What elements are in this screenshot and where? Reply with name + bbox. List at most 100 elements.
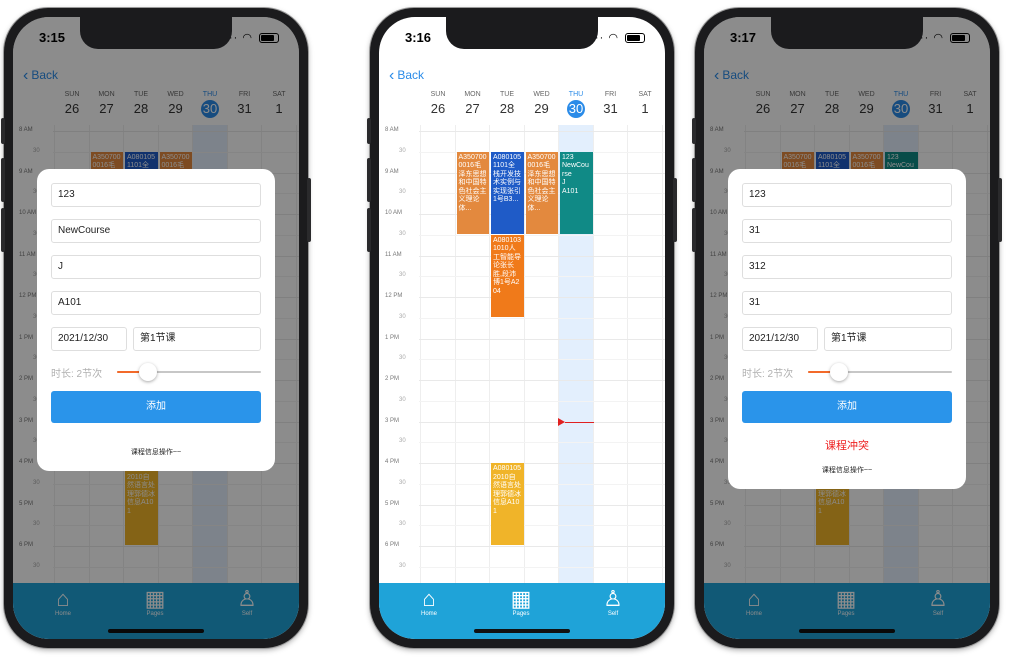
add-button[interactable]: 添加 <box>51 391 261 423</box>
side-button <box>367 158 371 202</box>
power-button <box>673 178 677 242</box>
side-button <box>692 158 696 202</box>
half-hour-line <box>419 359 665 361</box>
half-hour-line <box>419 317 665 319</box>
room-field[interactable]: A101 <box>51 291 261 315</box>
course-dialog: 123 NewCourse J A101 2021/12/30 第1节课 时长: 2节次 添加… <box>37 169 275 471</box>
day-name: THU <box>568 91 584 98</box>
add-button[interactable]: 添加 <box>742 391 952 423</box>
teacher-field[interactable]: J <box>51 255 261 279</box>
tab-home[interactable]: ⌂ Home <box>399 587 459 618</box>
course-event-text: A3507000016毛泽东思想和中国特色社会主义理论体... <box>527 153 556 212</box>
phone-frame: 3:16···· ◠ ‹BackSUN26MON27TUE28WED29THU3… <box>367 8 677 648</box>
day-date: 27 <box>465 101 480 116</box>
chevron-left-icon: ‹ <box>389 67 395 84</box>
course-id-field[interactable]: 123 <box>51 183 261 207</box>
half-hour-label: 30 <box>399 230 406 237</box>
half-hour-label: 30 <box>399 479 406 486</box>
status-time: 3:17 <box>730 30 757 45</box>
duration-row: 时长: 2节次 <box>742 363 952 381</box>
week-header: SUN 26 MON 27 TUE 28 WED 29 THU 30 FRI 31 SAT 1 <box>421 91 665 125</box>
date-field[interactable]: 2021/12/30 <box>51 327 127 351</box>
half-hour-label: 30 <box>399 521 406 528</box>
tab-pages[interactable]: ▦ Pages <box>491 587 551 618</box>
half-hour-label: 30 <box>399 272 406 279</box>
course-name-field[interactable]: NewCourse <box>51 219 261 243</box>
duration-slider[interactable] <box>117 363 261 381</box>
half-hour-label: 30 <box>399 355 406 362</box>
duration-label: 时长: 2节次 <box>742 368 794 380</box>
duration-slider[interactable] <box>808 363 952 381</box>
slider-knob[interactable] <box>829 363 848 381</box>
hour-label: 11 AM <box>385 251 402 258</box>
period-select[interactable]: 第1节课 <box>824 327 952 351</box>
phone-frame: 3:15···· ◠ ‹BackSUN26MON27TUE28WED29THU3… <box>1 8 311 648</box>
teacher-field[interactable]: 312 <box>742 255 952 279</box>
battery-icon <box>950 33 970 44</box>
date-period-row: 2021/12/30 第1节课 <box>51 327 261 351</box>
hour-label: 9 AM <box>385 168 399 175</box>
wifi-icon: ◠ <box>608 32 619 44</box>
day-header[interactable]: TUE 28 <box>490 91 524 118</box>
day-date: 1 <box>641 101 649 116</box>
hour-label: 1 PM <box>385 334 400 341</box>
notch <box>80 17 232 49</box>
status-time: 3:15 <box>39 30 66 45</box>
day-name: FRI <box>604 91 617 98</box>
day-date: 30 <box>567 100 585 118</box>
tab-label: Pages <box>512 611 530 617</box>
half-hour-line <box>419 483 665 485</box>
day-name: MON <box>464 91 481 98</box>
screen: 3:15···· ◠ ‹BackSUN26MON27TUE28WED29THU3… <box>13 17 299 639</box>
date-period-row: 2021/12/30 第1节课 <box>742 327 952 351</box>
course-event[interactable]: A3507000016毛泽东思想和中国特色社会主义理论体... <box>456 151 489 234</box>
course-event[interactable]: A3507000016毛泽东思想和中国特色社会主义理论体... <box>525 151 558 234</box>
course-event-text: A0801051101全栈开发技术实例与实现张引1号B3... <box>493 153 522 204</box>
side-button <box>1 208 5 252</box>
day-header[interactable]: SAT 1 <box>628 91 662 118</box>
day-name: SAT <box>638 91 652 98</box>
course-event[interactable]: 123 NewCourse J A101 <box>560 151 593 234</box>
tab-self[interactable]: ♙ Self <box>583 587 643 618</box>
course-event[interactable]: A0801052010自然语言处理郭德冰信息A101 <box>491 463 524 545</box>
phone-frame: 3:17···· ◠ ‹BackSUN26MON27TUE28WED29THU3… <box>692 8 1002 648</box>
wifi-icon: ◠ <box>933 32 944 44</box>
day-header[interactable]: SUN 26 <box>421 91 455 118</box>
hour-line <box>419 131 665 132</box>
half-hour-line <box>419 400 665 402</box>
stage: 3:15···· ◠ ‹BackSUN26MON27TUE28WED29THU3… <box>0 0 1013 658</box>
current-time-marker <box>558 417 565 426</box>
day-date: 28 <box>499 101 515 116</box>
hour-line <box>419 338 665 340</box>
day-date: 31 <box>603 101 618 116</box>
slider-knob[interactable] <box>138 363 157 381</box>
room-field[interactable]: 31 <box>742 291 952 315</box>
day-header[interactable]: MON 27 <box>456 91 490 118</box>
battery-icon <box>625 33 645 44</box>
half-hour-line <box>419 442 665 444</box>
day-date: 26 <box>430 101 446 116</box>
course-name-field[interactable]: 31 <box>742 219 952 243</box>
hour-line <box>419 297 665 298</box>
half-hour-line <box>419 276 665 278</box>
hour-label: 12 PM <box>385 293 403 299</box>
course-id-field[interactable]: 123 <box>742 183 952 207</box>
hour-label: 2 PM <box>385 376 400 382</box>
day-header[interactable]: WED 29 <box>525 91 559 118</box>
hour-line <box>419 463 665 464</box>
battery-icon <box>259 33 279 44</box>
half-hour-line <box>419 525 665 527</box>
course-event[interactable]: A0801031010人工智能导论张长胜,段沛博1号A204 <box>491 234 524 317</box>
course-event[interactable]: A0801051101全栈开发技术实例与实现张引1号B3... <box>491 151 524 234</box>
notch <box>446 17 598 49</box>
period-select[interactable]: 第1节课 <box>133 327 261 351</box>
back-label: Back <box>397 68 425 82</box>
tab-label: Home <box>420 611 437 617</box>
date-field[interactable]: 2021/12/30 <box>742 327 818 351</box>
day-name: WED <box>533 91 550 98</box>
status-time: 3:16 <box>405 30 432 45</box>
day-header[interactable]: THU 30 <box>559 91 593 118</box>
back-button[interactable]: ‹ Back <box>389 67 424 85</box>
day-header[interactable]: FRI 31 <box>594 91 628 118</box>
screen: 3:16···· ◠ ‹BackSUN26MON27TUE28WED29THU3… <box>379 17 665 639</box>
